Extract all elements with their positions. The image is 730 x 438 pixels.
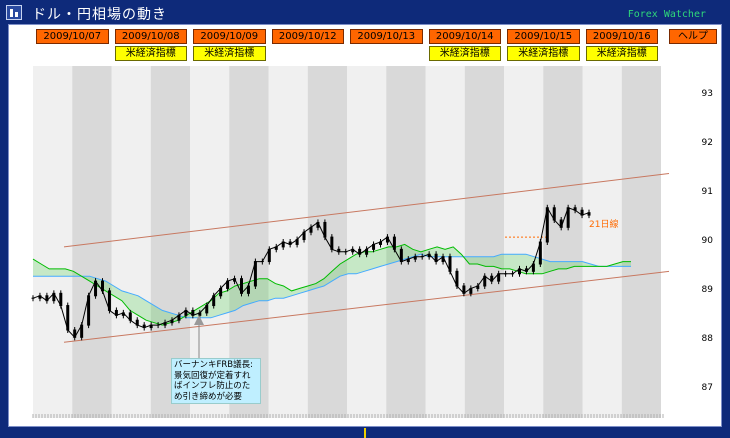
title-bar: ドル・円相場の動き Forex Watcher <box>0 0 730 26</box>
help-button[interactable]: ヘルプ <box>669 29 717 44</box>
y-tick-label: 92 <box>701 138 713 149</box>
annotation-box: バーナンキFRB議長:景気回復が定着すればインフレ防止のため引き締めが必要 <box>171 358 261 404</box>
y-tick-label: 88 <box>701 333 713 344</box>
day-band-dark <box>543 66 583 418</box>
y-tick-label: 91 <box>701 187 713 198</box>
y-tick-label: 90 <box>701 236 713 246</box>
y-tick-label: 93 <box>701 89 713 100</box>
economic-indicator-button[interactable]: 米経済指標 <box>507 46 580 61</box>
app-window: ドル・円相場の動き Forex Watcher 2009/10/07 2009/1… <box>0 0 730 438</box>
day-band-light <box>111 66 151 418</box>
day-band-dark <box>386 66 426 418</box>
window-title: ドル・円相場の動き <box>32 7 167 23</box>
economic-indicator-button[interactable]: 米経済指標 <box>585 46 658 61</box>
economic-indicator-button[interactable]: 米経済指標 <box>428 46 501 61</box>
day-band-light <box>504 66 544 418</box>
day-band-light <box>268 66 308 418</box>
day-band-light <box>425 66 465 418</box>
date-button[interactable]: 2009/10/13 <box>350 29 423 44</box>
y-tick-label: 89 <box>701 284 713 295</box>
ma21-label: 21日線 <box>589 220 619 230</box>
day-band-dark <box>464 66 504 418</box>
date-button[interactable]: 2009/10/15 <box>507 29 580 44</box>
date-button[interactable]: 2009/10/12 <box>271 29 344 44</box>
chart-panel: 2009/10/07 2009/10/08 米経済指標 2009/10/09 米経済指標… <box>8 24 722 427</box>
economic-indicator-button[interactable]: 米経済指標 <box>114 46 187 61</box>
day-band-dark <box>621 66 661 418</box>
y-tick-label: 87 <box>701 382 713 393</box>
date-button[interactable]: 2009/10/08 <box>114 29 187 44</box>
date-button[interactable]: 2009/10/14 <box>428 29 501 44</box>
date-button[interactable]: 2009/10/16 <box>585 29 658 44</box>
date-button[interactable]: 2009/10/09 <box>193 29 266 44</box>
economic-indicator-button[interactable]: 米経済指標 <box>193 46 266 61</box>
brand-label: Forex Watcher <box>627 9 706 20</box>
day-band-light <box>33 66 73 418</box>
day-band-light <box>582 66 622 418</box>
date-button[interactable]: 2009/10/07 <box>36 29 109 44</box>
chart-icon <box>6 5 22 20</box>
scroll-marker[interactable] <box>364 428 366 438</box>
